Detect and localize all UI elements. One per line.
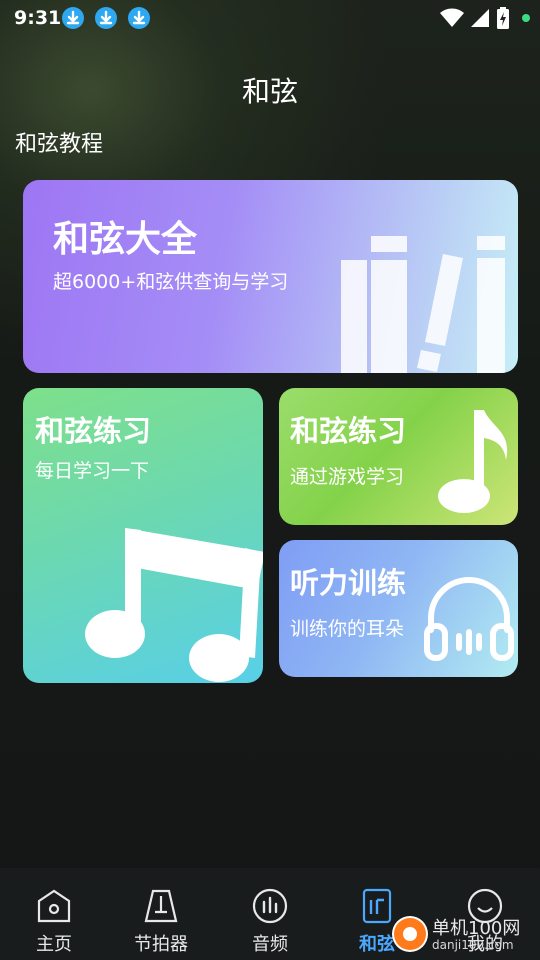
tab-label: 节拍器 bbox=[134, 934, 188, 955]
status-bar: 9:31 bbox=[0, 0, 540, 36]
music-note-icon bbox=[438, 410, 508, 513]
download-icon bbox=[62, 7, 84, 29]
watermark-url: danji100.com bbox=[432, 938, 514, 952]
card-title: 和弦练习 bbox=[35, 414, 152, 448]
card-subtitle: 超6000+和弦供查询与学习 bbox=[53, 271, 289, 293]
watermark-text: 单机100网 bbox=[432, 918, 521, 939]
tab-label: 音频 bbox=[252, 934, 288, 955]
headphones-icon bbox=[424, 577, 514, 661]
download-icon bbox=[95, 7, 117, 29]
wifi-icon bbox=[440, 8, 464, 27]
tab-audio[interactable]: 音频 bbox=[230, 868, 310, 960]
download-icon bbox=[128, 7, 150, 29]
chord-icon bbox=[362, 888, 392, 924]
home-icon bbox=[37, 889, 71, 923]
section-title: 和弦教程 bbox=[15, 132, 104, 157]
tab-metronome[interactable]: 节拍器 bbox=[121, 868, 201, 960]
card-title: 和弦大全 bbox=[53, 219, 198, 260]
card-subtitle: 训练你的耳朵 bbox=[290, 618, 405, 640]
card-title: 和弦练习 bbox=[290, 414, 407, 448]
card-title: 听力训练 bbox=[290, 566, 407, 600]
music-notes-icon bbox=[85, 528, 263, 682]
battery-charging-icon bbox=[497, 7, 509, 29]
ear-training-card[interactable]: 听力训练 训练你的耳朵 bbox=[279, 540, 518, 677]
tab-home[interactable]: 主页 bbox=[14, 868, 94, 960]
watermark-logo-icon bbox=[392, 916, 428, 952]
status-time: 9:31 bbox=[14, 7, 62, 29]
page-title: 和弦 bbox=[241, 75, 298, 108]
tab-label: 主页 bbox=[36, 934, 72, 955]
books-icon bbox=[341, 236, 505, 373]
chord-practice-daily-card[interactable]: 和弦练习 每日学习一下 bbox=[23, 388, 263, 683]
metronome-icon bbox=[144, 889, 178, 923]
chord-library-card[interactable]: 和弦大全 超6000+和弦供查询与学习 bbox=[23, 180, 518, 373]
notification-dot-icon bbox=[522, 14, 530, 22]
card-subtitle: 通过游戏学习 bbox=[290, 466, 405, 488]
signal-icon bbox=[471, 9, 489, 27]
watermark: 单机100网 danji100.com bbox=[392, 914, 540, 960]
card-subtitle: 每日学习一下 bbox=[35, 460, 150, 482]
audio-icon bbox=[252, 888, 288, 924]
chord-practice-game-card[interactable]: 和弦练习 通过游戏学习 bbox=[279, 388, 518, 525]
